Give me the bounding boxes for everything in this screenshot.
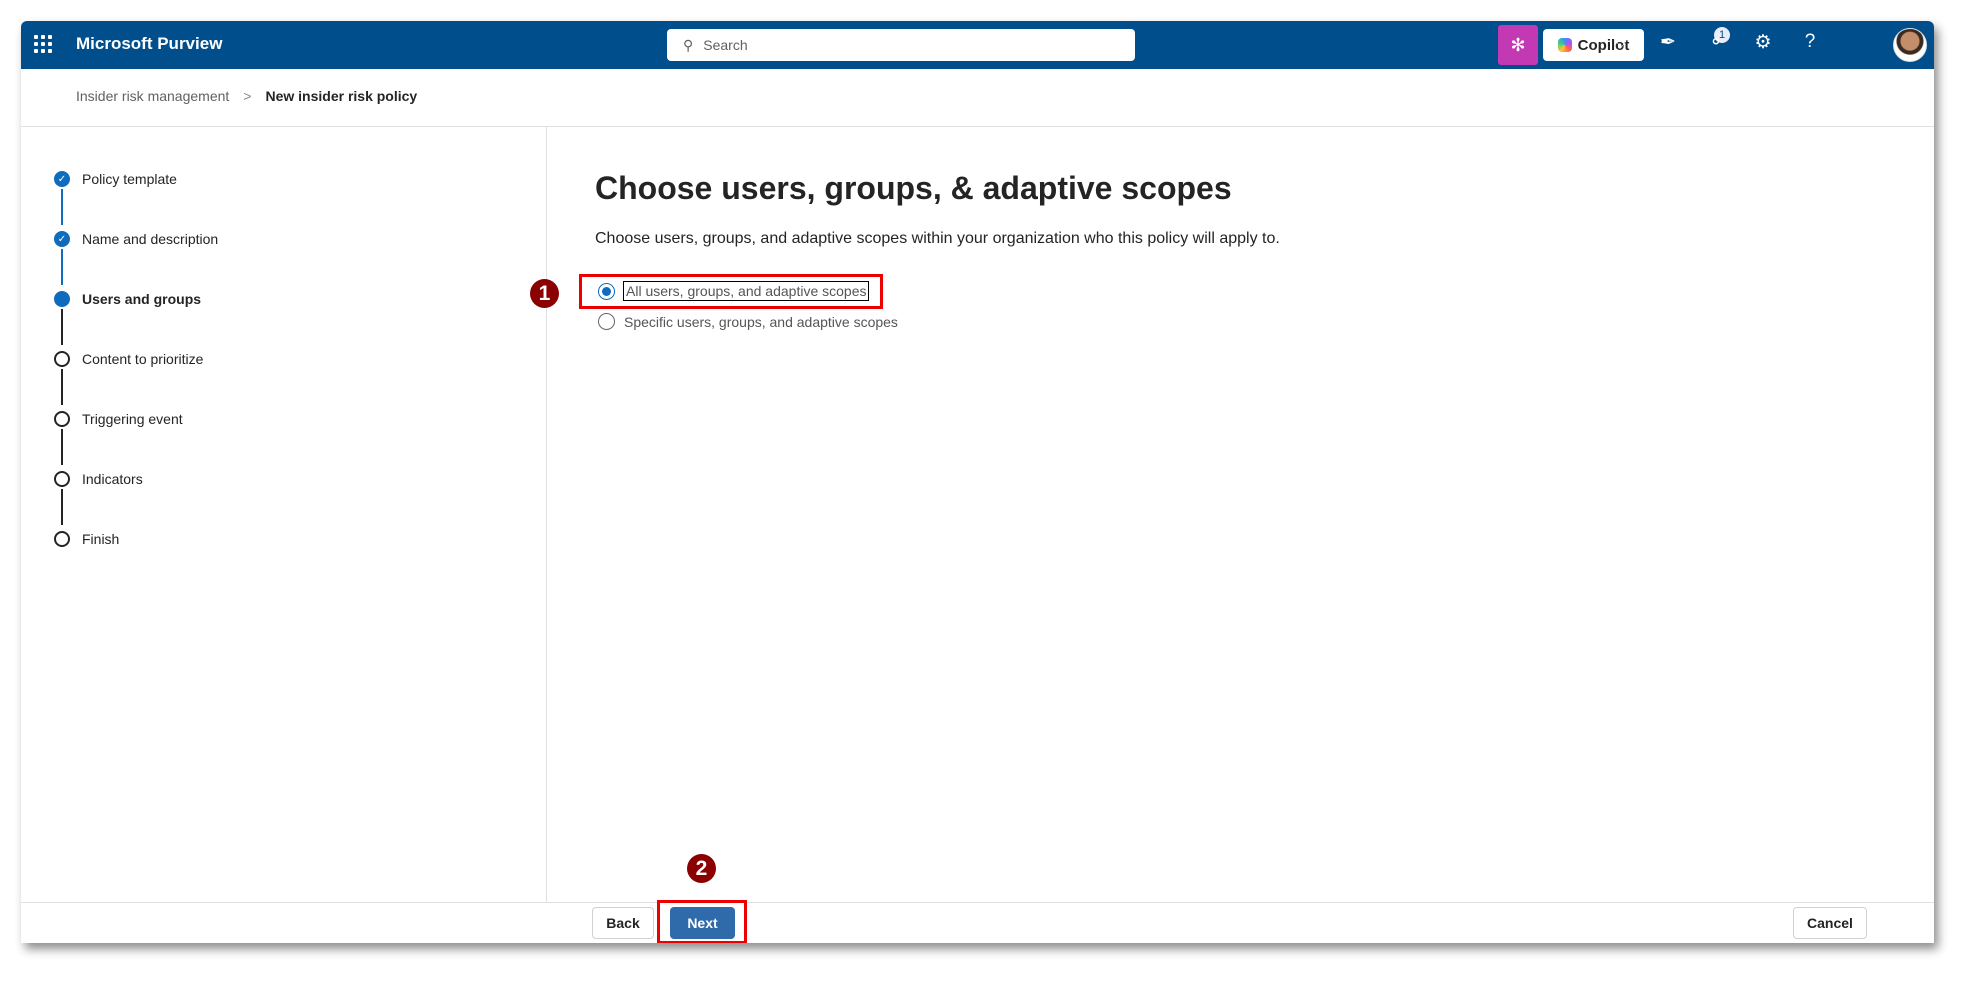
step-connector — [61, 309, 63, 345]
step-connector — [61, 489, 63, 525]
avatar[interactable] — [1893, 28, 1927, 62]
breadcrumb: Insider risk management > New insider ri… — [76, 88, 417, 104]
pending-step-icon — [54, 351, 70, 367]
chevron-right-icon: > — [243, 88, 252, 104]
breadcrumb-parent[interactable]: Insider risk management — [76, 88, 229, 104]
radio-unselected-icon — [598, 313, 615, 330]
step-connector — [61, 249, 63, 285]
search-input[interactable]: ⚲ Search — [667, 29, 1135, 61]
breadcrumb-current: New insider risk policy — [265, 88, 418, 104]
divider — [21, 126, 1934, 127]
step-label: Indicators — [82, 471, 143, 487]
gear-icon[interactable]: ⚙ — [1749, 31, 1777, 54]
purview-window: Microsoft Purview ⚲ Search ✻ Copilot ♢ ✒ … — [21, 21, 1934, 943]
step-label: Finish — [82, 531, 120, 547]
pending-step-icon — [54, 471, 70, 487]
step-label: Policy template — [82, 171, 177, 187]
top-bar: Microsoft Purview ⚲ Search ✻ Copilot ♢ ✒ … — [21, 21, 1934, 69]
divider — [546, 127, 547, 903]
search-icon: ⚲ — [683, 36, 694, 53]
step-finish: Finish — [54, 531, 119, 547]
megaphone-icon[interactable]: ✒ — [1654, 31, 1682, 54]
page-title: Choose users, groups, & adaptive scopes — [595, 170, 1232, 206]
pending-step-icon — [54, 411, 70, 427]
step-connector — [61, 369, 63, 405]
community-icon[interactable]: ⚬ — [1702, 31, 1730, 54]
step-connector — [61, 189, 63, 225]
step-indicators: Indicators — [54, 471, 143, 487]
page-description: Choose users, groups, and adaptive scope… — [595, 230, 1280, 247]
cancel-button[interactable]: Cancel — [1793, 907, 1867, 939]
current-step-icon — [54, 291, 70, 307]
step-label: Triggering event — [82, 411, 183, 427]
step-label: Name and description — [82, 231, 219, 247]
copilot-icon — [1557, 38, 1572, 52]
annotation-badge-2: 2 — [687, 854, 716, 883]
checkmark-icon: ✓ — [54, 231, 70, 247]
bell-icon[interactable]: ♢ — [1607, 31, 1635, 54]
app-launcher-icon[interactable] — [34, 35, 52, 53]
step-label: Users and groups — [82, 291, 202, 307]
highlight-box — [657, 900, 747, 943]
app-title[interactable]: Microsoft Purview — [76, 34, 222, 54]
help-icon[interactable]: ? — [1796, 31, 1824, 53]
step-label: Content to prioritize — [82, 351, 204, 367]
search-placeholder: Search — [703, 37, 748, 53]
step-users-groups[interactable]: Users and groups — [54, 291, 201, 307]
back-button[interactable]: Back — [592, 907, 654, 939]
annotation-badge-1: 1 — [530, 279, 559, 308]
rocket-icon[interactable]: ✻ — [1498, 25, 1538, 65]
radio-specific-users[interactable]: Specific users, groups, and adaptive sco… — [598, 313, 898, 330]
step-triggering-event: Triggering event — [54, 411, 183, 427]
checkmark-icon: ✓ — [54, 171, 70, 187]
step-connector — [61, 429, 63, 465]
highlight-box — [579, 274, 883, 309]
step-name-description[interactable]: ✓ Name and description — [54, 231, 218, 247]
radio-label: Specific users, groups, and adaptive sco… — [624, 313, 898, 330]
pending-step-icon — [54, 531, 70, 547]
step-policy-template[interactable]: ✓ Policy template — [54, 171, 177, 187]
footer-divider — [21, 902, 1934, 903]
step-content-prioritize: Content to prioritize — [54, 351, 203, 367]
